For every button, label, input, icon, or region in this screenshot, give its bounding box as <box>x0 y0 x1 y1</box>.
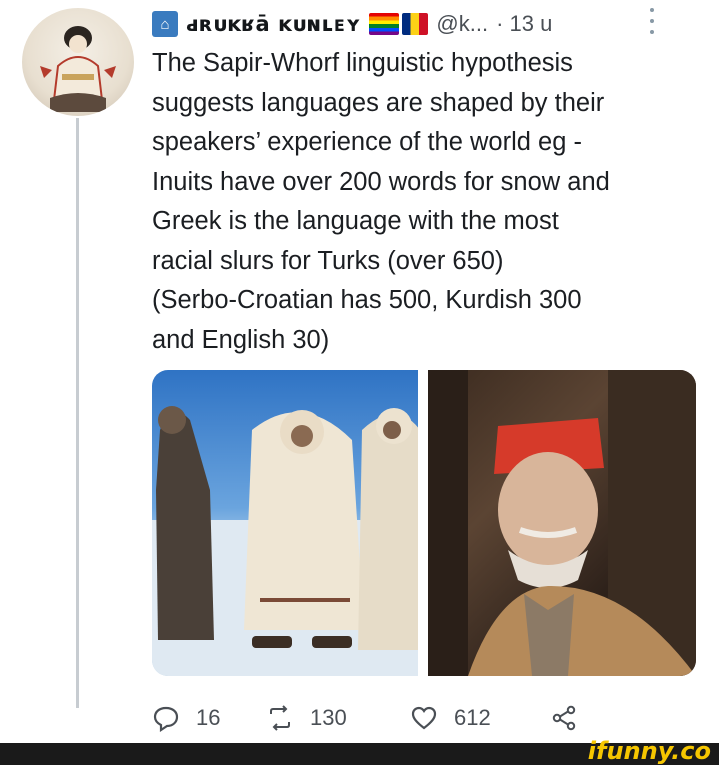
building-icon: ⌂ <box>152 11 178 37</box>
thread-line <box>76 118 79 708</box>
retweet-count: 130 <box>310 705 347 730</box>
tweet-header: ⌂ ԁʀᴜᴋʁā ᴋᴜɴʟᴇʏ @k... · 13 u <box>152 6 672 42</box>
romania-flag-icon <box>402 13 429 35</box>
retweet-button[interactable]: 130 <box>266 704 394 732</box>
tweet[interactable]: ⌂ ԁʀᴜᴋʁā ᴋᴜɴʟᴇʏ @k... · 13 u The Sapir-W… <box>0 0 719 740</box>
user-handle[interactable]: @k... <box>436 11 488 37</box>
tweet-media[interactable] <box>152 370 696 676</box>
reply-button[interactable]: 16 <box>152 704 262 732</box>
tweet-actions: 16 130 612 <box>152 700 632 736</box>
flag-emojis <box>369 13 429 35</box>
ifunny-watermark: ifunny.co <box>587 737 711 765</box>
heart-icon <box>411 706 437 730</box>
tweet-text: The Sapir-Whorf linguistic hypothesis su… <box>152 49 610 354</box>
like-button[interactable]: 612 <box>410 704 540 732</box>
tweet-timestamp[interactable]: · 13 u <box>496 11 552 37</box>
like-count: 612 <box>454 705 491 730</box>
reply-icon <box>153 706 179 732</box>
fur-coats-illustration <box>152 406 420 676</box>
rainbow-flag-icon <box>369 13 400 35</box>
photo-old-man-in-red-fez[interactable] <box>428 370 696 676</box>
avatar-illustration <box>40 26 116 112</box>
reply-count: 16 <box>196 705 221 730</box>
avatar[interactable] <box>22 8 134 116</box>
share-icon <box>552 705 576 731</box>
more-vertical-icon[interactable] <box>648 8 656 34</box>
share-button[interactable] <box>550 704 578 732</box>
old-man-illustration <box>428 370 696 676</box>
retweet-icon <box>270 705 290 731</box>
photo-people-in-fur-coats-on-snow[interactable] <box>152 370 420 676</box>
display-name[interactable]: ԁʀᴜᴋʁā ᴋᴜɴʟᴇʏ <box>186 12 361 36</box>
